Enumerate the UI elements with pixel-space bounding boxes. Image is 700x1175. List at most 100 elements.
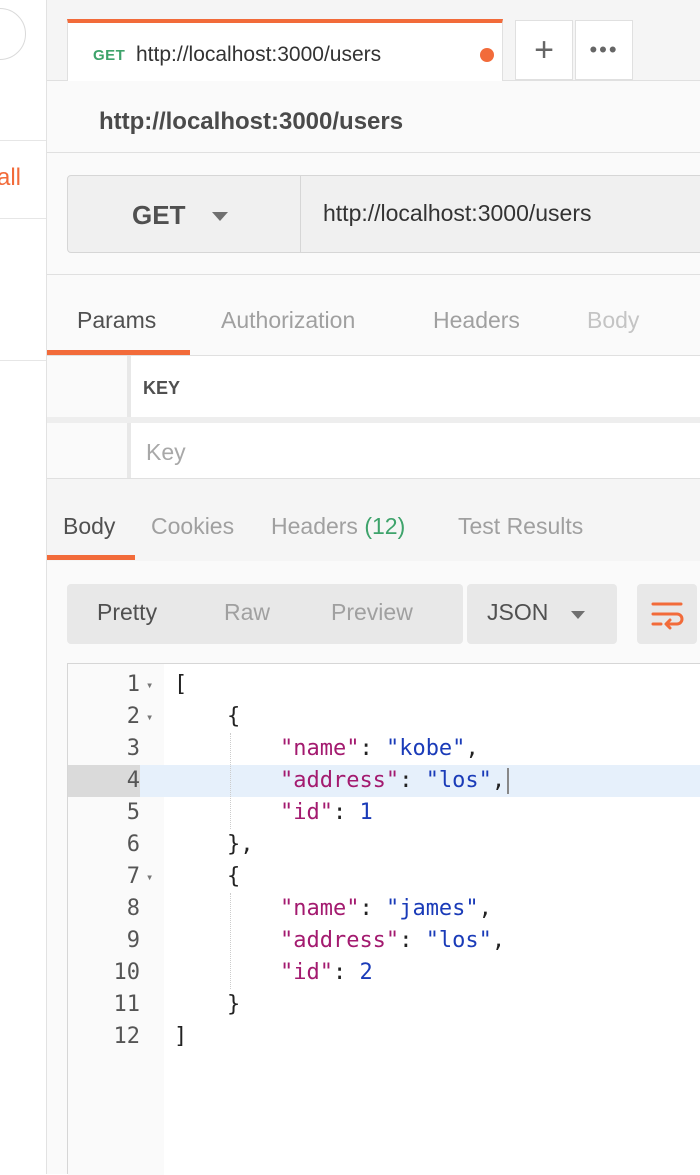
code-line: 12] [68, 1021, 700, 1053]
tab-method-label: GET [93, 47, 126, 64]
code-text: ] [174, 1024, 188, 1049]
response-tab-headers[interactable]: Headers (12) [271, 513, 405, 540]
response-tab-headers-label: Headers [271, 513, 358, 539]
line-number: 8 [126, 896, 140, 921]
code-text: { [174, 864, 241, 889]
sidebar: all [0, 0, 47, 1174]
indent-guide [230, 733, 231, 829]
json-value: "los" [425, 768, 492, 793]
request-name[interactable]: http://localhost:3000/users [99, 108, 403, 136]
fold-toggle-icon[interactable]: ▾ [146, 701, 153, 733]
response-tabs: Body Cookies Headers (12) Test Results [47, 479, 700, 561]
code-text: [ [174, 672, 188, 697]
code-line: 5 "id": 1 [68, 797, 700, 829]
tab-params[interactable]: Params [77, 307, 156, 334]
chevron-down-icon [212, 212, 228, 221]
url-bar: GET http://localhost:3000/users [67, 175, 700, 253]
tab-authorization[interactable]: Authorization [221, 307, 355, 334]
request-panel: GET http://localhost:3000/users + ••• ht… [47, 0, 700, 1175]
line-number: 11 [113, 992, 141, 1017]
url-input[interactable]: http://localhost:3000/users [323, 200, 592, 227]
headers-count-badge: (12) [364, 513, 406, 539]
fold-toggle-icon[interactable]: ▾ [146, 669, 153, 701]
code-line: 3 "name": "kobe", [68, 733, 700, 765]
tab-url-label: http://localhost:3000/users [136, 43, 382, 66]
json-value: 1 [359, 800, 373, 825]
code-line: 2 ▾ { [68, 701, 700, 733]
param-key-input[interactable]: Key [146, 439, 186, 466]
divider [47, 274, 700, 275]
code-text: "id": 2 [279, 960, 373, 985]
params-table: KEY Key [47, 356, 700, 478]
code-text: }, [174, 832, 254, 857]
line-number: 10 [113, 960, 141, 985]
line-number: 6 [126, 832, 140, 857]
divider [47, 152, 700, 153]
plus-icon: + [534, 30, 554, 69]
wrap-lines-button[interactable] [637, 584, 697, 644]
json-key: "id" [279, 800, 333, 825]
code-text: "id": 1 [279, 800, 373, 825]
language-select-label: JSON [487, 599, 549, 625]
indent-guide [230, 893, 231, 989]
method-select[interactable]: GET [68, 176, 301, 252]
more-icon: ••• [589, 37, 619, 62]
key-column-header: KEY [143, 378, 181, 398]
code-line: 9 "address": "los", [68, 925, 700, 957]
tab-body[interactable]: Body [587, 307, 639, 334]
method-select-label: GET [132, 200, 186, 230]
wrap-icon [651, 602, 684, 630]
response-tab-cookies[interactable]: Cookies [151, 513, 234, 540]
line-number: 9 [126, 928, 140, 953]
json-key: "address" [279, 768, 400, 793]
json-value: "kobe" [385, 736, 466, 761]
line-number: 2 [126, 704, 140, 729]
response-tab-test-results[interactable]: Test Results [458, 513, 583, 540]
code-text: { [174, 704, 241, 729]
divider [0, 218, 46, 219]
divider [0, 140, 46, 141]
line-number: 7 [126, 864, 140, 889]
sidebar-search-box[interactable] [0, 8, 26, 60]
code-line: 10 "id": 2 [68, 957, 700, 989]
json-value: "james" [385, 896, 479, 921]
line-number: 4 [68, 765, 140, 797]
code-text: "name": "kobe", [279, 736, 479, 761]
response-tab-body[interactable]: Body [63, 513, 115, 540]
line-number: 12 [113, 1024, 141, 1049]
json-key: "name" [279, 736, 360, 761]
code-line: 11 } [68, 989, 700, 1021]
code-line: 8 "name": "james", [68, 893, 700, 925]
raw-button[interactable]: Raw [224, 599, 270, 626]
unsaved-dot-icon [480, 48, 494, 62]
divider [0, 360, 46, 361]
line-number: 1 [126, 672, 140, 697]
code-text: "name": "james", [279, 896, 492, 921]
json-key: "address" [279, 928, 400, 953]
json-key: "id" [279, 960, 333, 985]
preview-button[interactable]: Preview [331, 599, 413, 626]
tab-bar: GET http://localhost:3000/users + ••• [47, 0, 700, 81]
response-body-editor[interactable]: 1 ▾[2 ▾ {3 "name": "kobe", 4 "address": "lo… [67, 663, 700, 1175]
code-line: 1 ▾ [ [68, 669, 700, 701]
language-select[interactable]: JSON [467, 584, 617, 644]
sidebar-view-all-link[interactable]: all [0, 164, 21, 192]
row-divider [47, 417, 700, 423]
code-line: 7 ▾ { [68, 861, 700, 893]
json-value: 2 [359, 960, 373, 985]
text-cursor [507, 768, 510, 794]
more-tabs-button[interactable]: ••• [575, 20, 633, 80]
code-line: 4 "address": "los", [68, 765, 700, 797]
chevron-down-icon [571, 611, 585, 619]
active-tab-indicator [47, 555, 135, 560]
json-value: "los" [425, 928, 492, 953]
add-tab-button[interactable]: + [515, 20, 573, 80]
code-text: "address": "los", [174, 765, 510, 797]
code-line: 6 }, [68, 829, 700, 861]
pretty-button[interactable]: Pretty [97, 599, 157, 626]
tab-headers[interactable]: Headers [433, 307, 520, 334]
request-tab[interactable]: GET http://localhost:3000/users [67, 19, 503, 81]
fold-toggle-icon[interactable]: ▾ [146, 861, 153, 893]
code-text: "address": "los", [279, 928, 506, 953]
format-button-group: Pretty Raw Preview [67, 584, 463, 644]
